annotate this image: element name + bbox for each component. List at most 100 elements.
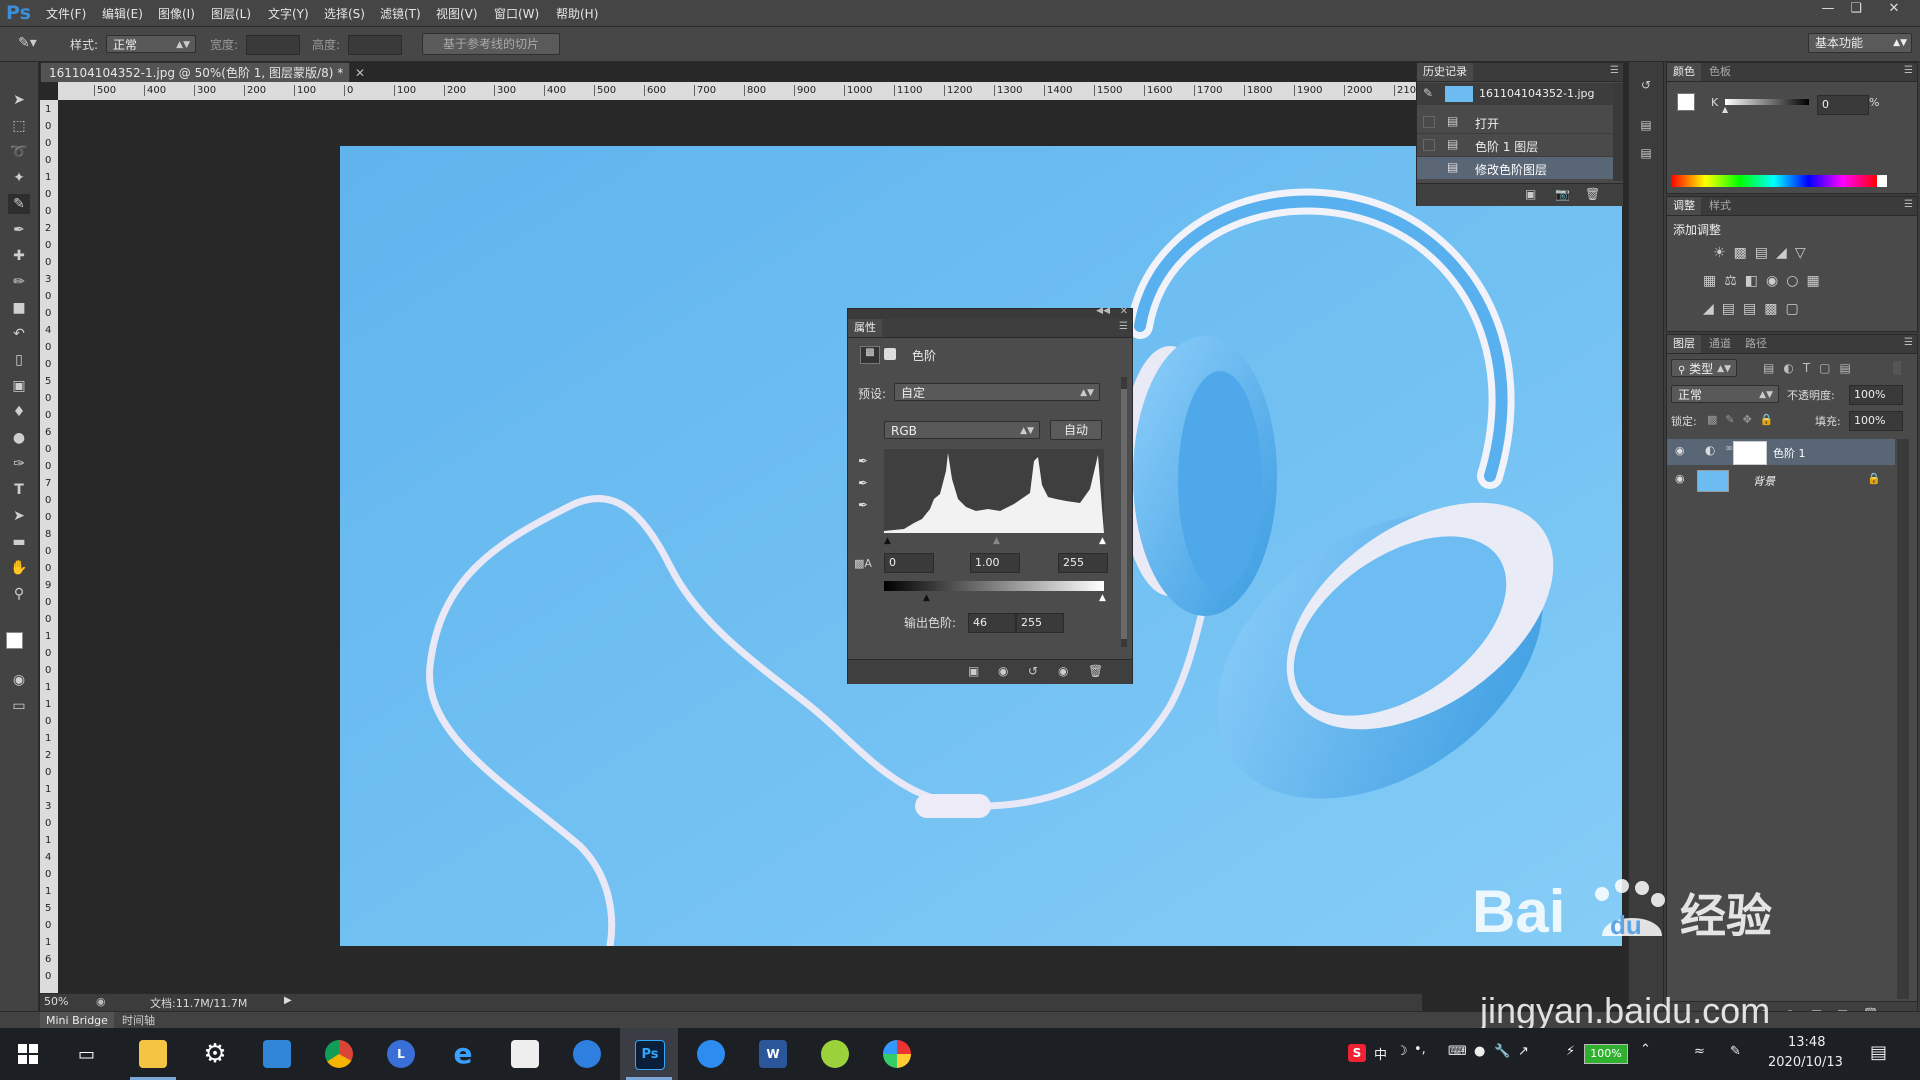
- marquee-tool-icon[interactable]: ⬚: [8, 116, 30, 136]
- menu-type[interactable]: 文字(Y): [268, 5, 309, 22]
- status-menu-arrow-icon[interactable]: ▶: [284, 995, 292, 1006]
- layer-name[interactable]: 背景: [1753, 473, 1775, 489]
- height-field[interactable]: [348, 35, 402, 55]
- keyboard-icon[interactable]: ⌨: [1448, 1044, 1467, 1059]
- exposure-icon[interactable]: ◢: [1776, 245, 1795, 261]
- color-lookup-icon[interactable]: ▦: [1806, 273, 1827, 289]
- quick-mask-icon[interactable]: ◉: [8, 670, 30, 690]
- k-slider-track[interactable]: [1725, 99, 1809, 105]
- wifi-icon[interactable]: ≈: [1694, 1044, 1705, 1059]
- tab-styles[interactable]: 样式: [1703, 197, 1737, 215]
- close-document-icon[interactable]: ✕: [355, 66, 365, 80]
- output-black-field[interactable]: 46: [968, 613, 1016, 633]
- panel-menu-icon[interactable]: ☰: [1119, 321, 1128, 332]
- taskbar-store[interactable]: [496, 1028, 554, 1080]
- blend-mode-select[interactable]: 正常 ▲▼: [1671, 385, 1779, 403]
- stamp-tool-icon[interactable]: ■: [8, 298, 30, 318]
- taskbar-qq-browser[interactable]: [558, 1028, 616, 1080]
- minimize-icon[interactable]: —: [1814, 0, 1842, 18]
- color-ramp[interactable]: [1671, 175, 1887, 187]
- black-eyedropper-icon[interactable]: ✒: [858, 454, 868, 468]
- quick-select-tool-icon[interactable]: ✦: [8, 168, 30, 188]
- menu-edit[interactable]: 编辑(E): [102, 5, 143, 22]
- zoom-tool-icon[interactable]: ⚲: [8, 584, 30, 604]
- menu-filter[interactable]: 滤镜(T): [380, 5, 421, 22]
- power-plug-icon[interactable]: ⚡: [1566, 1044, 1575, 1059]
- taskbar-photoshop[interactable]: Ps: [620, 1028, 678, 1080]
- history-checkbox[interactable]: [1423, 139, 1435, 151]
- task-view-icon[interactable]: ▭: [78, 1044, 95, 1065]
- pen-icon[interactable]: ✎: [1730, 1044, 1741, 1059]
- close-panel-icon[interactable]: ✕: [1120, 306, 1128, 317]
- close-icon[interactable]: ✕: [1880, 0, 1908, 18]
- taskbar-sogou[interactable]: [682, 1028, 740, 1080]
- hand-tool-icon[interactable]: ✋: [8, 558, 30, 578]
- panel-menu-icon[interactable]: ☰: [1904, 65, 1913, 76]
- ime-mode[interactable]: 中: [1374, 1044, 1387, 1063]
- share-icon[interactable]: ↗: [1518, 1044, 1529, 1059]
- clock-date[interactable]: 2020/10/13: [1768, 1055, 1843, 1070]
- slices-from-guides-button[interactable]: 基于参考线的切片: [422, 33, 560, 55]
- k-value-field[interactable]: 0: [1817, 95, 1869, 115]
- reset-icon[interactable]: ↺: [1028, 664, 1038, 678]
- smart-object-filter-icon[interactable]: ▤: [1840, 361, 1860, 375]
- healing-brush-tool-icon[interactable]: ✚: [8, 246, 30, 266]
- channel-select[interactable]: RGB ▲▼: [884, 421, 1040, 439]
- input-white-field[interactable]: 255: [1058, 553, 1108, 573]
- delete-icon[interactable]: 🗑: [1585, 187, 1600, 201]
- menu-image[interactable]: 图像(I): [158, 5, 195, 22]
- input-white-slider[interactable]: ▲: [1099, 536, 1106, 546]
- lock-image-icon[interactable]: ✎: [1725, 413, 1742, 426]
- view-previous-icon[interactable]: ◉: [998, 664, 1008, 678]
- hue-saturation-icon[interactable]: ▦: [1703, 273, 1724, 289]
- notification-icon[interactable]: ▤: [1870, 1042, 1887, 1063]
- visibility-icon[interactable]: ◉: [1058, 664, 1068, 678]
- menu-layer[interactable]: 图层(L): [211, 5, 251, 22]
- camera-icon[interactable]: 📷: [1555, 187, 1570, 201]
- curves-icon[interactable]: ▤: [1755, 245, 1776, 261]
- chevron-up-icon[interactable]: ⌃: [1640, 1042, 1651, 1057]
- taskbar-app[interactable]: [806, 1028, 864, 1080]
- brightness-icon[interactable]: ☀: [1713, 245, 1734, 261]
- sogou-ime-icon[interactable]: S: [1348, 1044, 1366, 1062]
- black-white-icon[interactable]: ◧: [1745, 273, 1766, 289]
- slice-tool-icon[interactable]: ✎▾: [18, 35, 37, 51]
- tab-history[interactable]: 历史记录: [1417, 63, 1473, 81]
- move-tool-icon[interactable]: ➤: [8, 90, 30, 110]
- moon-icon[interactable]: ☽: [1396, 1044, 1408, 1059]
- history-checkbox[interactable]: [1423, 162, 1435, 174]
- history-brush-source-icon[interactable]: ✎: [1423, 86, 1433, 100]
- taskbar-file-explorer[interactable]: [124, 1028, 182, 1080]
- levels-icon[interactable]: ▩: [1734, 245, 1755, 261]
- menu-view[interactable]: 视图(V): [436, 5, 478, 22]
- gray-eyedropper-icon[interactable]: ✒: [858, 476, 868, 490]
- lock-position-icon[interactable]: ✥: [1743, 413, 1760, 426]
- input-gamma-slider[interactable]: ▲: [993, 536, 1000, 546]
- pen-tool-icon[interactable]: ✑: [8, 454, 30, 474]
- history-brush-tool-icon[interactable]: ↶: [8, 324, 30, 344]
- eraser-tool-icon[interactable]: ▯: [8, 350, 30, 370]
- history-panel-icon[interactable]: ↺: [1636, 78, 1656, 96]
- threshold-icon[interactable]: ▤: [1743, 301, 1764, 317]
- output-white-slider[interactable]: ▲: [1099, 593, 1106, 603]
- properties-scrollbar[interactable]: [1121, 377, 1127, 647]
- restore-icon[interactable]: ❏: [1842, 0, 1870, 18]
- gradient-map-icon[interactable]: ▩: [1764, 301, 1785, 317]
- eye-icon[interactable]: ◉: [1675, 472, 1685, 485]
- gradient-tool-icon[interactable]: ▣: [8, 376, 30, 396]
- color-balance-icon[interactable]: ⚖: [1724, 273, 1745, 289]
- menu-file[interactable]: 文件(F): [46, 5, 86, 22]
- taskbar-app-2[interactable]: [868, 1028, 926, 1080]
- output-black-slider[interactable]: ▲: [923, 593, 930, 603]
- type-tool-icon[interactable]: T: [8, 480, 30, 500]
- shape-tool-icon[interactable]: ▬: [8, 532, 30, 552]
- history-checkbox[interactable]: [1423, 116, 1435, 128]
- input-gamma-field[interactable]: 1.00: [970, 553, 1020, 573]
- slice-tool-icon[interactable]: ✎: [8, 194, 30, 214]
- input-black-field[interactable]: 0: [884, 553, 934, 573]
- posterize-icon[interactable]: ▤: [1722, 301, 1743, 317]
- history-item-active[interactable]: ▤ 修改色阶图层: [1417, 157, 1613, 179]
- lasso-tool-icon[interactable]: ➰: [8, 142, 30, 162]
- panel-menu-icon[interactable]: ☰: [1610, 65, 1619, 76]
- battery-indicator[interactable]: 100%: [1584, 1044, 1628, 1064]
